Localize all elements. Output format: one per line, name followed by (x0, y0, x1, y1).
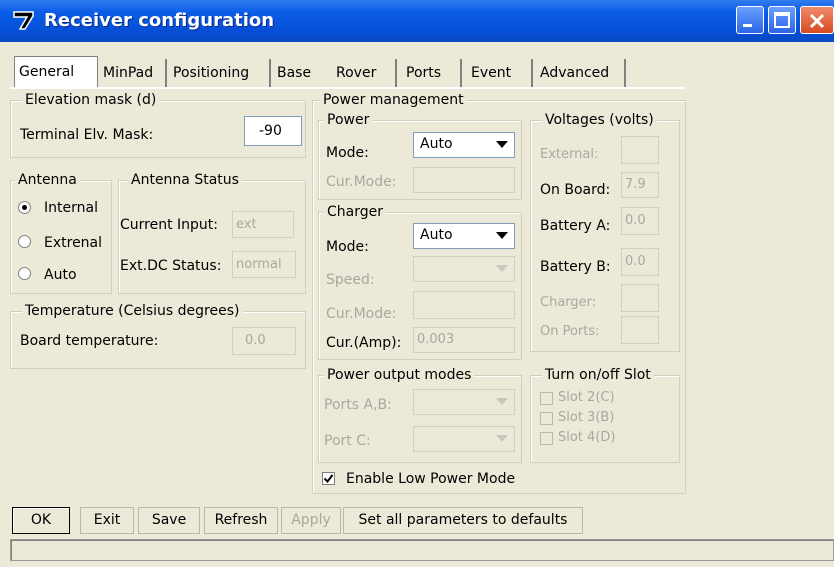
antenna-option-label: Internal (44, 200, 98, 216)
current-input-field: ext (232, 211, 294, 238)
power-mode-value: Auto (420, 136, 453, 152)
tab-base[interactable]: Base (273, 59, 323, 87)
receiver-configuration-window: Receiver configuration General MinPad Po… (0, 0, 834, 567)
refresh-button[interactable]: Refresh (204, 507, 278, 534)
charger-cur-mode-field (413, 291, 515, 319)
chevron-down-icon (496, 398, 508, 405)
charger-speed-label: Speed: (326, 272, 375, 288)
temperature-group-label: Temperature (Celsius degrees) (22, 303, 243, 319)
apply-button: Apply (281, 507, 341, 534)
tab-event[interactable]: Event (467, 59, 533, 87)
on-ports-voltage-label: On Ports: (540, 324, 600, 339)
chevron-down-icon (496, 435, 508, 442)
board-temperature-label: Board temperature: (20, 333, 159, 349)
ports-ab-label: Ports A,B: (324, 397, 392, 413)
checkbox-icon (540, 392, 553, 405)
tab-positioning[interactable]: Positioning (169, 59, 271, 87)
battery-a-voltage-field: 0.0 (621, 207, 659, 235)
terminal-elv-mask-label: Terminal Elv. Mask: (20, 127, 154, 143)
power-mode-dropdown[interactable]: Auto (413, 132, 515, 158)
radio-icon (18, 267, 31, 280)
onboard-voltage-label: On Board: (540, 182, 611, 198)
battery-b-voltage-label: Battery B: (540, 259, 611, 275)
battery-a-voltage-label: Battery A: (540, 218, 611, 234)
radio-icon (18, 201, 31, 214)
ports-ab-dropdown (413, 389, 515, 415)
onboard-voltage-field: 7.9 (621, 172, 659, 198)
maximize-icon (774, 12, 790, 28)
power-management-group-label: Power management (320, 92, 467, 108)
power-mode-label: Mode: (326, 145, 369, 161)
antenna-status-group-label: Antenna Status (128, 172, 242, 188)
checkmark-icon (322, 472, 335, 485)
external-voltage-label: External: (540, 147, 599, 162)
charger-voltage-label: Charger: (540, 295, 597, 310)
charger-cur-mode-label: Cur.Mode: (326, 306, 397, 322)
tab-rover[interactable]: Rover (332, 59, 397, 87)
port-c-label: Port C: (324, 433, 371, 449)
charger-group-label: Charger (324, 204, 386, 220)
voltages-group-label: Voltages (volts) (542, 112, 657, 128)
set-defaults-button[interactable]: Set all parameters to defaults (343, 507, 583, 534)
power-output-modes-group-label: Power output modes (324, 367, 475, 383)
antenna-option-label: Extrenal (44, 235, 103, 251)
tab-advanced[interactable]: Advanced (536, 59, 626, 87)
close-icon (809, 13, 825, 29)
charger-mode-dropdown[interactable]: Auto (413, 223, 515, 249)
board-temperature-field: 0.0 (232, 327, 296, 355)
on-ports-voltage-field (621, 316, 659, 344)
title-bar[interactable]: Receiver configuration (0, 0, 834, 42)
charger-cur-amp-field: 0.003 (413, 327, 515, 353)
chevron-down-icon (496, 232, 508, 239)
ext-dc-status-label: Ext.DC Status: (120, 258, 222, 274)
enable-low-power-mode-label: Enable Low Power Mode (346, 471, 516, 487)
power-group-label: Power (324, 112, 373, 128)
tab-ports[interactable]: Ports (402, 59, 462, 87)
charger-mode-value: Auto (420, 227, 453, 243)
current-input-label: Current Input: (120, 217, 218, 233)
external-voltage-field (621, 136, 659, 164)
power-cur-mode-label: Cur.Mode: (326, 174, 397, 190)
tab-minpad[interactable]: MinPad (99, 59, 167, 87)
status-bar (10, 539, 834, 561)
tab-general[interactable]: General (14, 56, 98, 87)
tab-divider (10, 87, 685, 89)
slot-label: Slot 4(D) (558, 430, 616, 445)
power-cur-mode-field (413, 167, 515, 193)
elevation-mask-group-label: Elevation mask (d) (22, 92, 160, 108)
antenna-option-label: Auto (44, 267, 77, 283)
radio-icon (18, 235, 31, 248)
antenna-group-label: Antenna (15, 172, 80, 188)
charger-speed-dropdown (413, 256, 515, 282)
ext-dc-status-field: normal (232, 251, 296, 278)
close-button[interactable] (800, 6, 834, 34)
chevron-down-icon (496, 141, 508, 148)
save-button[interactable]: Save (138, 507, 200, 534)
app-logo-icon (13, 10, 35, 30)
checkbox-icon (540, 432, 553, 445)
minimize-icon (743, 24, 752, 27)
maximize-button[interactable] (768, 6, 796, 34)
chevron-down-icon (496, 265, 508, 272)
charger-cur-amp-label: Cur.(Amp): (326, 335, 402, 351)
battery-b-voltage-field: 0.0 (621, 248, 659, 276)
port-c-dropdown (413, 426, 515, 452)
window-title: Receiver configuration (44, 10, 275, 31)
slot-label: Slot 3(B) (558, 410, 615, 425)
charger-voltage-field (621, 284, 659, 312)
checkbox-icon (540, 412, 553, 425)
charger-mode-label: Mode: (326, 239, 369, 255)
minimize-button[interactable] (736, 6, 764, 34)
ok-button[interactable]: OK (12, 507, 70, 534)
turn-on-off-slot-group-label: Turn on/off Slot (542, 367, 654, 383)
exit-button[interactable]: Exit (80, 507, 134, 534)
terminal-elv-mask-input[interactable]: -90 (244, 116, 302, 146)
slot-label: Slot 2(C) (558, 390, 615, 405)
